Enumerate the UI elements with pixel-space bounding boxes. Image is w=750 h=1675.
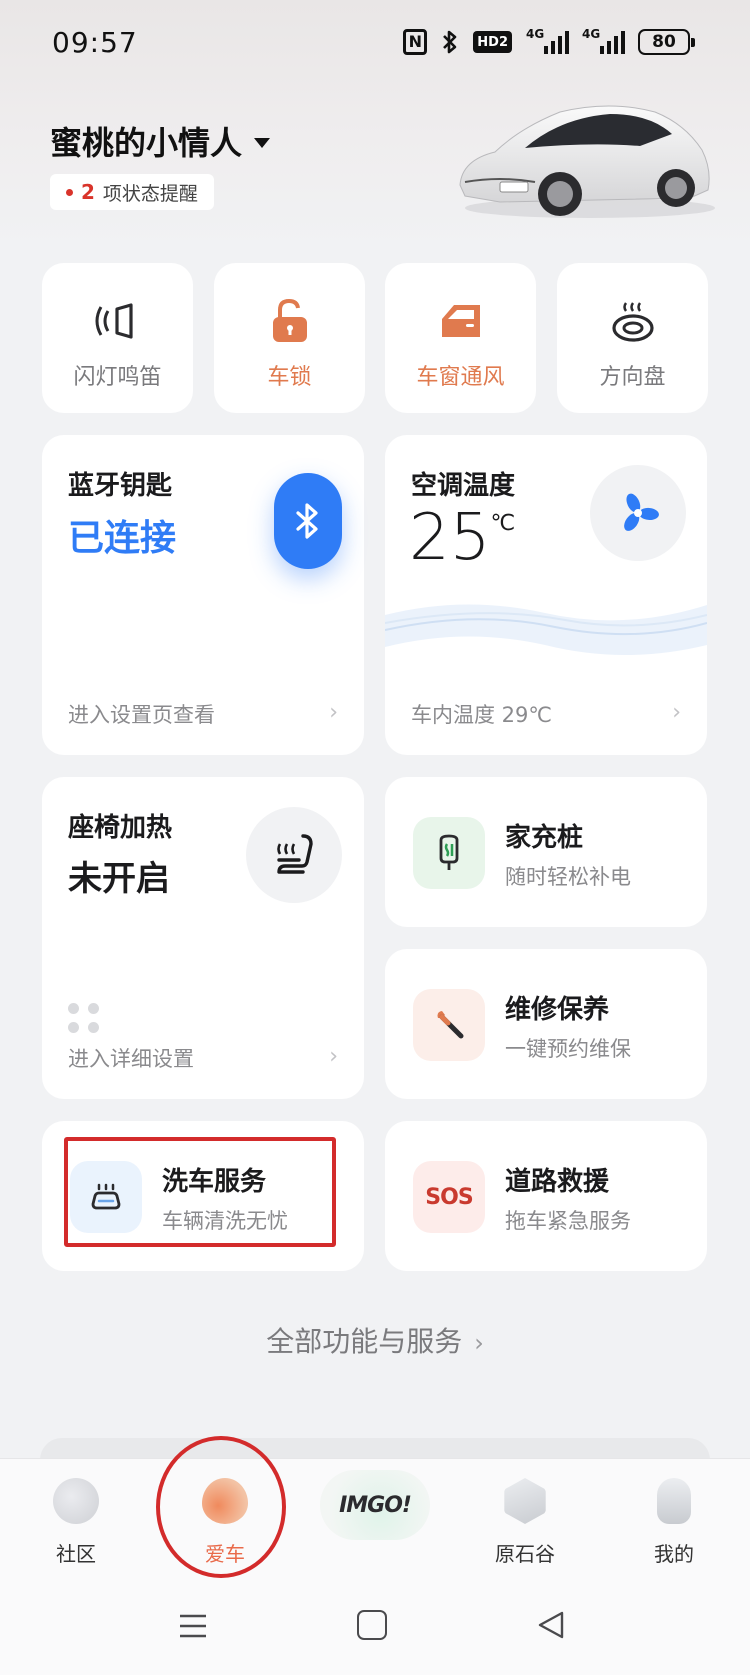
chevron-right-icon: ›: [672, 700, 681, 725]
vehicle-name: 蜜桃的小情人: [50, 124, 243, 162]
chevron-right-icon: ›: [474, 1329, 484, 1357]
cabin-temperature: 车内温度 29℃: [411, 703, 552, 727]
quick-control-label: 车锁: [267, 365, 312, 390]
bluetooth-status-icon: [441, 28, 459, 56]
nfc-icon: N: [403, 29, 428, 55]
alert-count: 2: [81, 180, 95, 204]
signal-icon-sim2: 4G: [582, 27, 625, 56]
alert-text: 项状态提醒: [102, 182, 198, 205]
highlight-annotation-box: [64, 1137, 336, 1247]
unlock-icon: [266, 297, 314, 345]
service-title: 道路救援: [505, 1167, 610, 1197]
quick-control-label: 闪灯鸣笛: [73, 365, 162, 390]
service-subtitle: 拖车紧急服务: [505, 1209, 631, 1233]
status-icons: N HD2 4G 4G 80: [403, 27, 695, 56]
seat-heating-status: 未开启: [68, 859, 170, 899]
battery-icon: 80: [638, 29, 695, 55]
quick-control-window-vent[interactable]: 车窗通风: [385, 263, 536, 413]
community-icon: [53, 1478, 99, 1524]
chevron-right-icon: ›: [329, 700, 338, 725]
imgo-logo: IMGO!: [320, 1470, 430, 1540]
car-image: [459, 105, 715, 218]
ac-title: 空调温度: [411, 471, 516, 501]
page-dots-icon: [68, 1003, 100, 1033]
service-roadside-rescue[interactable]: SOS 道路救援 拖车紧急服务: [385, 1121, 707, 1271]
quick-control-steering-wheel[interactable]: 方向盘: [557, 263, 708, 413]
nav-label: 我的: [654, 1542, 694, 1566]
ac-temperature-display: 25 ℃: [409, 505, 515, 571]
seat-heating-footer: 进入详细设置: [68, 1047, 194, 1071]
bluetooth-icon: [274, 473, 342, 569]
seat-heating-card[interactable]: 座椅加热 未开启 进入详细设置 ›: [42, 777, 364, 1099]
service-subtitle: 一键预约维保: [505, 1037, 631, 1061]
seat-heating-title: 座椅加热: [68, 813, 173, 843]
system-navigation-bar: [0, 1600, 750, 1650]
nav-imgo[interactable]: IMGO!: [315, 1470, 435, 1540]
service-title: 维修保养: [505, 995, 610, 1025]
quick-control-flash-horn[interactable]: 闪灯鸣笛: [42, 263, 193, 413]
fan-button[interactable]: [590, 465, 686, 561]
status-bar: 09:57 N HD2 4G 4G 80: [0, 0, 750, 90]
nav-profile[interactable]: 我的: [614, 1478, 734, 1567]
car-window-icon: [437, 297, 485, 345]
status-alert-chip[interactable]: 2 项状态提醒: [50, 174, 214, 210]
wrench-icon: [413, 989, 485, 1061]
air-wave-decoration: [385, 604, 707, 655]
highlight-annotation-ring: [156, 1436, 286, 1578]
profile-icon: [657, 1478, 691, 1524]
all-services-label: 全部功能与服务: [266, 1325, 463, 1358]
nav-label: 原石谷: [495, 1542, 555, 1566]
ac-temperature-unit: ℃: [490, 511, 516, 536]
service-maintenance[interactable]: 维修保养 一键预约维保: [385, 949, 707, 1099]
steering-wheel-heat-icon: [609, 297, 657, 345]
bluetooth-key-footer: 进入设置页查看: [68, 703, 215, 727]
nav-stone-valley[interactable]: 原石谷: [465, 1478, 585, 1567]
back-icon[interactable]: [536, 1610, 566, 1640]
fan-icon: [624, 493, 659, 531]
bluetooth-key-card[interactable]: 蓝牙钥匙 已连接 进入设置页查看 ›: [42, 435, 364, 755]
sos-icon: SOS: [413, 1161, 485, 1233]
ac-temperature-card[interactable]: 空调温度 25 ℃ 车内温度 29℃ ›: [385, 435, 707, 755]
bluetooth-key-status: 已连接: [68, 518, 177, 559]
charger-icon: [413, 817, 485, 889]
dropdown-caret-icon: [254, 138, 271, 148]
home-icon[interactable]: [357, 1610, 387, 1640]
hd-voice-icon: HD2: [473, 31, 512, 53]
all-services-link[interactable]: 全部功能与服务 ›: [0, 1320, 750, 1360]
stone-valley-icon: [504, 1478, 546, 1524]
signal-icon-sim1: 4G: [526, 27, 569, 56]
service-subtitle: 随时轻松补电: [505, 865, 631, 889]
quick-control-label: 方向盘: [599, 365, 666, 390]
seat-heat-button[interactable]: [246, 807, 342, 903]
seat-heat-icon: [277, 834, 313, 874]
quick-control-label: 车窗通风: [416, 365, 505, 390]
ac-temperature-value: 25: [409, 501, 491, 575]
alert-dot-icon: [66, 188, 73, 196]
menu-icon[interactable]: [178, 1612, 208, 1640]
service-home-charger[interactable]: 家充桩 随时轻松补电: [385, 777, 707, 927]
nav-community[interactable]: 社区: [16, 1478, 136, 1567]
nav-label: 社区: [56, 1542, 96, 1566]
vehicle-name-selector[interactable]: 蜜桃的小情人: [50, 118, 271, 164]
quick-control-lock[interactable]: 车锁: [214, 263, 365, 413]
bluetooth-key-title: 蓝牙钥匙: [68, 471, 173, 501]
status-time: 09:57: [52, 26, 138, 59]
chevron-right-icon: ›: [329, 1044, 338, 1069]
service-title: 家充桩: [505, 823, 584, 853]
flash-horn-icon: [94, 297, 142, 345]
